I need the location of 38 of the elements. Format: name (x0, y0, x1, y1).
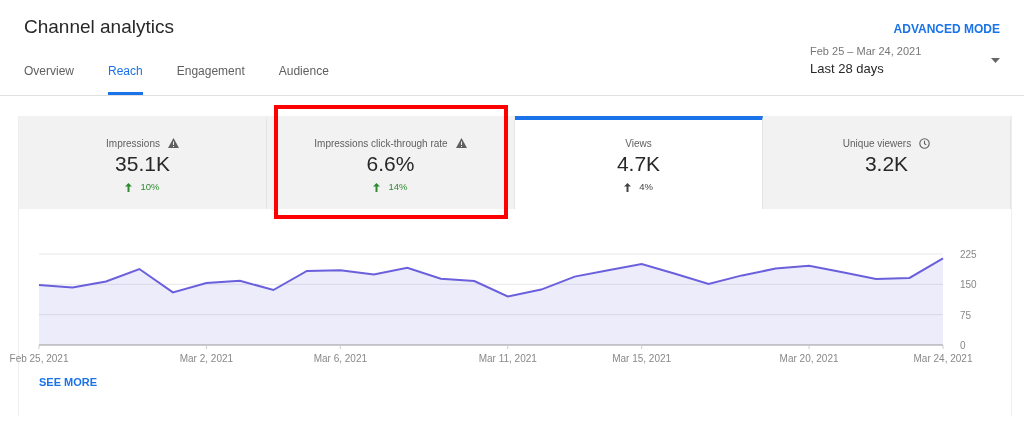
tab[interactable]: Engagement (176, 61, 245, 95)
dropdown-caret-icon (991, 58, 1000, 64)
y-axis-label: 75 (960, 309, 972, 321)
metric-value: 3.2K (863, 150, 910, 176)
x-axis-label: Feb 25, 2021 (9, 352, 69, 364)
tab[interactable]: Audience (278, 61, 329, 95)
y-axis-label: 0 (960, 339, 966, 351)
metric-value: 6.6% (365, 150, 416, 176)
page-title: Channel analytics (24, 16, 174, 39)
warning-icon (167, 138, 179, 149)
metric-value: 35.1K (114, 150, 171, 176)
metric-label: Impressions (106, 136, 160, 151)
metric-tile[interactable]: Views 4.7K 4% (515, 115, 763, 209)
tab[interactable]: Overview (24, 61, 74, 95)
x-axis-label: Mar 24, 2021 (913, 352, 973, 364)
x-axis-label: Mar 2, 2021 (179, 352, 234, 364)
metric-label: Unique viewers (842, 136, 912, 151)
metric-value: 4.7K (615, 150, 662, 176)
y-axis-label: 150 (960, 279, 977, 291)
metric-tile[interactable]: Unique viewers 3.2K (763, 115, 1011, 209)
x-axis-label: Mar 15, 2021 (612, 352, 672, 364)
warning-icon (455, 138, 467, 149)
x-axis-label: Mar 6, 2021 (313, 352, 367, 364)
metric-tile[interactable]: Impressions click-through rate 6.6% 14% (267, 115, 515, 209)
y-axis-label: 225 (960, 248, 977, 260)
x-axis-label: Mar 20, 2021 (779, 352, 839, 364)
trend-percent: 4% (639, 180, 653, 194)
trend-percent: 10% (140, 180, 160, 194)
see-more-link[interactable]: SEE MORE (39, 373, 98, 391)
metric-label: Views (625, 136, 652, 151)
x-axis-label: Mar 11, 2021 (478, 352, 537, 364)
advanced-mode-link[interactable]: ADVANCED MODE (893, 20, 1000, 38)
metric-tile[interactable]: Impressions 35.1K 10% (19, 115, 267, 209)
metric-label: Impressions click-through rate (314, 136, 448, 151)
clock-icon (919, 137, 931, 149)
date-range-selector[interactable]: Feb 25 – Mar 24, 2021 Last 28 days (810, 42, 1000, 95)
tab[interactable]: Reach (108, 61, 143, 95)
trend-percent: 14% (388, 180, 408, 194)
